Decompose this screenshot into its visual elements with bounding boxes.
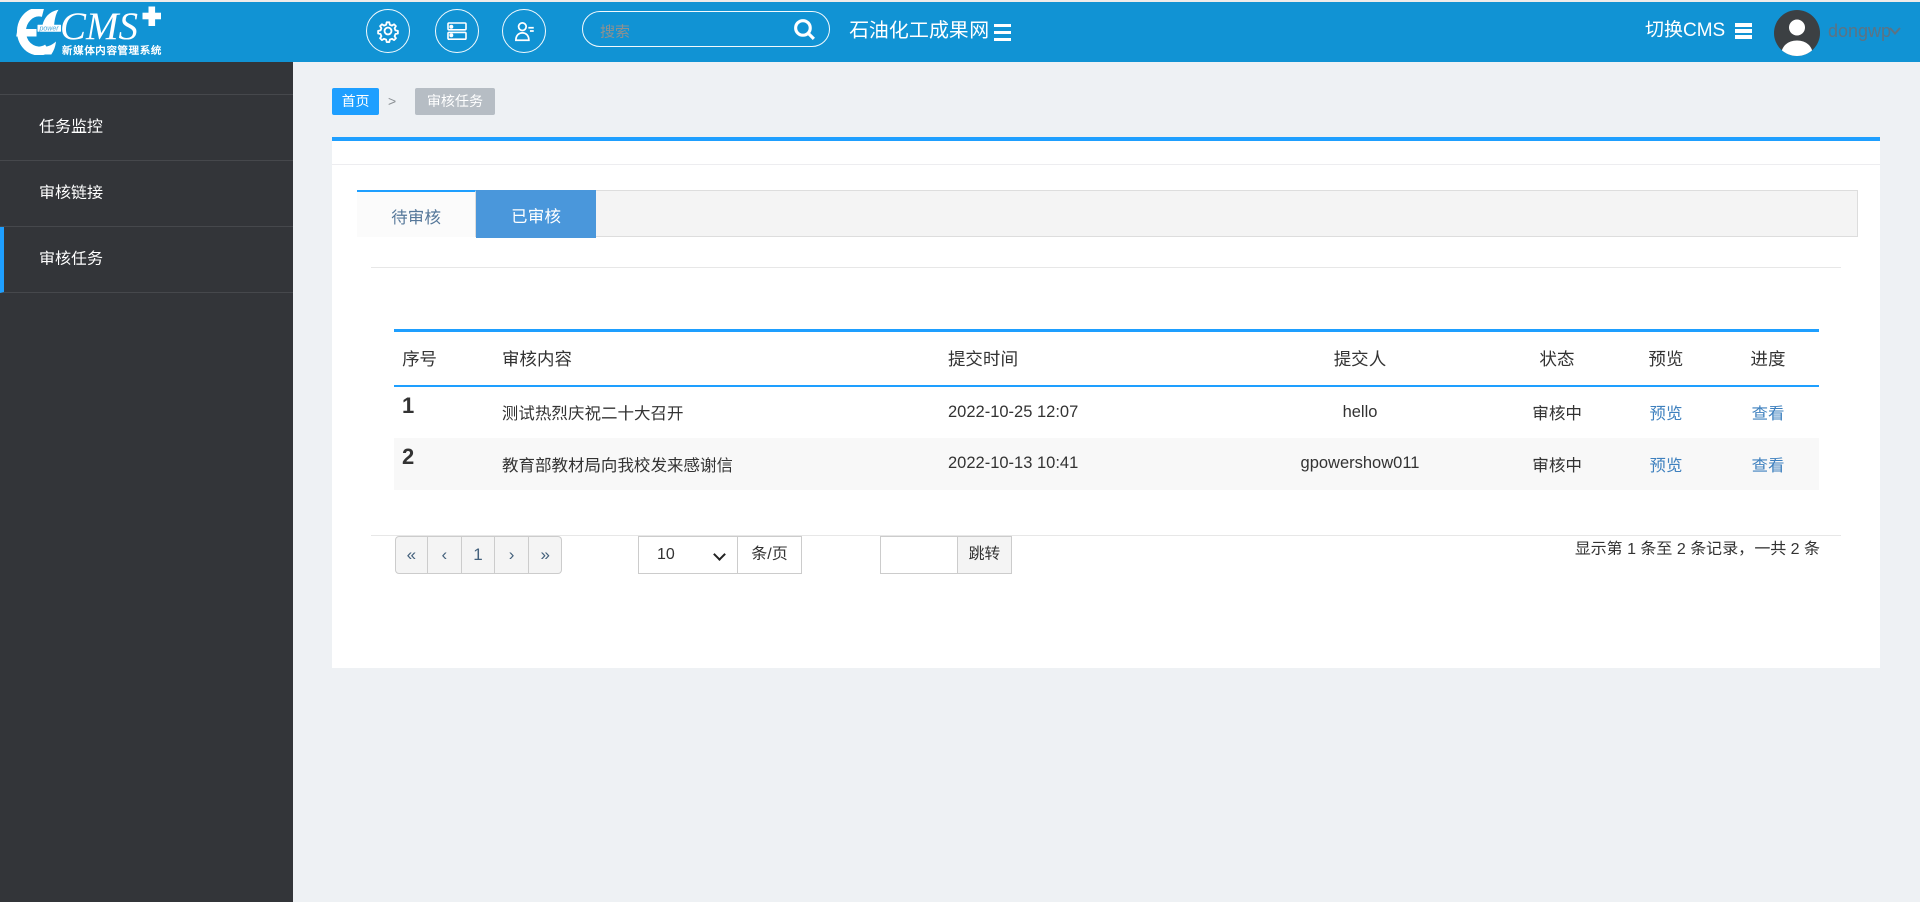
svg-text:power: power (39, 26, 60, 33)
